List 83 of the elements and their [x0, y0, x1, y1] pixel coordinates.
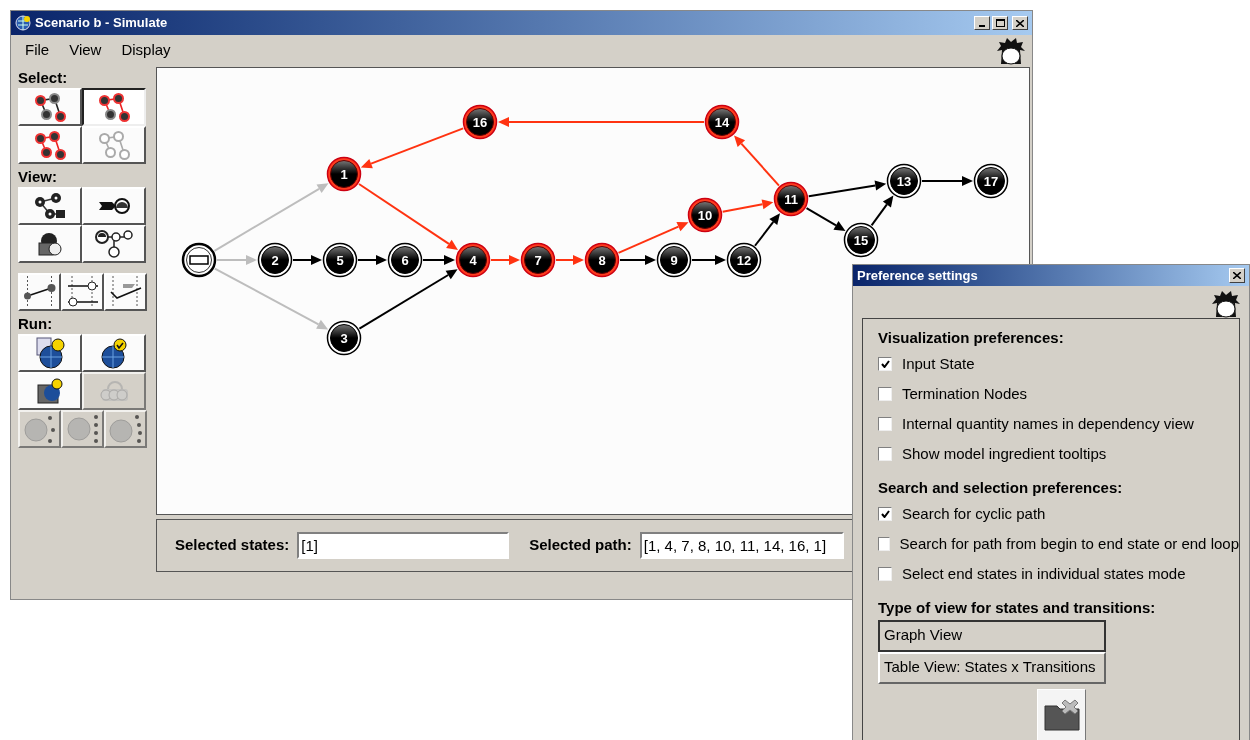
menu-item[interactable]: File: [25, 38, 50, 62]
state-node[interactable]: 6: [387, 242, 423, 278]
network-icon: [34, 192, 66, 220]
section-heading: Search and selection preferences:: [878, 478, 1124, 498]
checkbox[interactable]: [878, 567, 892, 581]
toolbar-button[interactable]: [82, 88, 146, 126]
checkbox[interactable]: [878, 417, 892, 431]
state-node[interactable]: 7: [520, 242, 556, 278]
checkbox[interactable]: [878, 507, 892, 521]
dependency-line-icon: [66, 275, 99, 309]
graph-path-icon: [98, 130, 130, 160]
state-node[interactable]: 1: [326, 156, 362, 192]
dialog-title: Preference settings: [857, 266, 978, 285]
globe-check-icon: [101, 337, 127, 369]
close-button[interactable]: [1012, 16, 1028, 30]
menu-item[interactable]: Display: [121, 38, 171, 62]
window-title: Scenario b - Simulate: [35, 14, 168, 33]
circle-dots-icon: [108, 414, 143, 444]
close-button[interactable]: [1229, 268, 1245, 283]
graph-path-icon: [34, 92, 66, 122]
section-heading: Visualization preferences:: [878, 328, 1065, 348]
close-icon: [1016, 19, 1024, 27]
state-node[interactable]: 16: [462, 104, 498, 140]
globe-icon: [15, 15, 31, 31]
state-node[interactable]: 5: [322, 242, 358, 278]
checkbox-label: Internal quantity names in dependency view: [902, 413, 1194, 434]
graph-path-icon: [34, 130, 66, 160]
minimize-button[interactable]: [974, 16, 990, 30]
close-icon: [1233, 272, 1241, 279]
state-node[interactable]: 17: [973, 163, 1009, 199]
view-type-button[interactable]: Table View: States x Transitions: [878, 651, 1106, 684]
checkbox-label: Termination Nodes: [902, 383, 1028, 404]
state-node[interactable]: 9: [656, 242, 692, 278]
view-type-button[interactable]: Graph View: [878, 619, 1106, 652]
circle-dots-icon: [23, 414, 56, 444]
field-label: Selected states:: [175, 535, 290, 556]
start-node[interactable]: [181, 242, 217, 278]
checkbox[interactable]: [878, 537, 890, 551]
menu-item[interactable]: View: [69, 38, 102, 62]
dependency-line-icon: [109, 275, 142, 309]
dependency-line-icon: [22, 275, 57, 309]
checkbox[interactable]: [878, 357, 892, 371]
section-label: Select:: [18, 69, 69, 87]
disk-group-icon: [99, 380, 129, 402]
state-node[interactable]: 13: [886, 163, 922, 199]
state-node[interactable]: 2: [257, 242, 293, 278]
check-icon: [880, 360, 890, 368]
globe-document-icon: [35, 337, 65, 369]
folder-gauge-icon: [38, 232, 62, 256]
state-node[interactable]: 14: [704, 104, 740, 140]
state-node[interactable]: 10: [687, 197, 723, 233]
minimize-icon: [979, 25, 985, 27]
state-node[interactable]: 15: [843, 222, 879, 258]
state-node[interactable]: 3: [326, 320, 362, 356]
input-field[interactable]: [1, 4, 7, 8, 10, 11, 14, 16, 1]: [639, 532, 844, 559]
section-heading: Type of view for states and transitions:: [878, 598, 1157, 618]
mascot-icon: [1209, 290, 1243, 318]
folder-close-icon: [1042, 698, 1081, 732]
state-node[interactable]: 8: [584, 242, 620, 278]
mascot-icon: [994, 37, 1028, 65]
checkbox-label: Show model ingredient tooltips: [902, 443, 1107, 464]
check-icon: [880, 510, 890, 518]
close-folder-button[interactable]: [1037, 689, 1086, 740]
maximize-icon: [995, 19, 1005, 27]
section-label: View:: [18, 168, 58, 186]
checkbox-label: Search for path from begin to end state or end loop: [899, 533, 1239, 554]
state-node[interactable]: 4: [455, 242, 491, 278]
graph-path-icon: [98, 92, 130, 122]
checkbox-label: Search for cyclic path: [902, 503, 1046, 524]
checkbox[interactable]: [878, 387, 892, 401]
checkbox-label: Select end states in individual states mode: [902, 563, 1186, 584]
maximize-button[interactable]: [992, 16, 1008, 30]
arrow-gauge-icon: [98, 198, 130, 214]
section-label: Run:: [18, 315, 54, 333]
circle-dots-icon: [66, 414, 99, 444]
checkbox-label: Input State: [902, 353, 975, 374]
field-label: Selected path:: [529, 535, 632, 556]
state-node[interactable]: 12: [726, 242, 762, 278]
state-node[interactable]: 11: [773, 181, 809, 217]
input-field[interactable]: [1]: [297, 532, 510, 559]
folder-globe-icon: [37, 378, 63, 404]
gauge-network-icon: [95, 230, 133, 258]
checkbox[interactable]: [878, 447, 892, 461]
